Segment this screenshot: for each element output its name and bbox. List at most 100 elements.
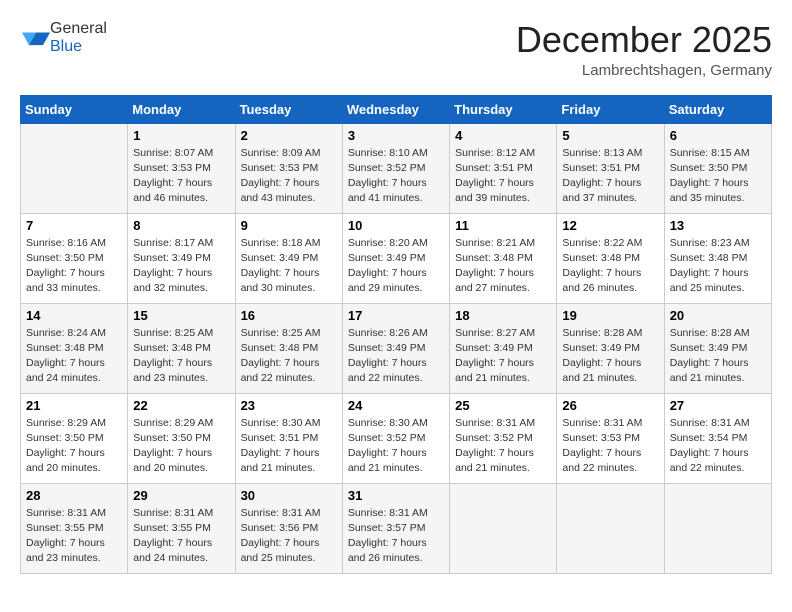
calendar-cell: 16 Sunrise: 8:25 AMSunset: 3:48 PMDayligh… <box>235 303 342 393</box>
calendar-cell: 13 Sunrise: 8:23 AMSunset: 3:48 PMDayligh… <box>664 213 771 303</box>
calendar-cell: 1 Sunrise: 8:07 AMSunset: 3:53 PMDaylight… <box>128 123 235 213</box>
calendar-cell <box>664 483 771 573</box>
day-number: 10 <box>348 218 444 233</box>
day-info: Sunrise: 8:12 AMSunset: 3:51 PMDaylight:… <box>455 146 551 207</box>
title-block: December 2025 Lambrechtshagen, Germany <box>516 20 772 79</box>
header-row: SundayMondayTuesdayWednesdayThursdayFrid… <box>21 95 772 123</box>
calendar-cell: 23Sunrise: 8:30 AMSunset: 3:51 PMDayligh… <box>235 393 342 483</box>
calendar-cell: 18 Sunrise: 8:27 AMSunset: 3:49 PMDayligh… <box>450 303 557 393</box>
calendar-cell: 10 Sunrise: 8:20 AMSunset: 3:49 PMDayligh… <box>342 213 449 303</box>
day-info: Sunrise: 8:25 AMSunset: 3:48 PMDaylight:… <box>241 326 337 387</box>
day-info: Sunrise: 8:29 AMSunset: 3:50 PMDaylight:… <box>26 416 122 477</box>
day-number: 12 <box>562 218 658 233</box>
day-number: 21 <box>26 398 122 413</box>
calendar-cell: 25 Sunrise: 8:31 AMSunset: 3:52 PMDayligh… <box>450 393 557 483</box>
calendar-cell: 11 Sunrise: 8:21 AMSunset: 3:48 PMDayligh… <box>450 213 557 303</box>
day-info: Sunrise: 8:30 AMSunset: 3:52 PMDaylight:… <box>348 416 444 477</box>
day-number: 2 <box>241 128 337 143</box>
month-title: December 2025 <box>516 20 772 60</box>
day-info: Sunrise: 8:31 AMSunset: 3:56 PMDaylight:… <box>241 506 337 567</box>
day-number: 23 <box>241 398 337 413</box>
calendar-cell: 6Sunrise: 8:15 AMSunset: 3:50 PMDaylight… <box>664 123 771 213</box>
calendar-cell: 22Sunrise: 8:29 AMSunset: 3:50 PMDayligh… <box>128 393 235 483</box>
page-header: General Blue December 2025 Lambrechtshag… <box>20 20 772 79</box>
day-number: 9 <box>241 218 337 233</box>
day-number: 25 <box>455 398 551 413</box>
day-info: Sunrise: 8:27 AMSunset: 3:49 PMDaylight:… <box>455 326 551 387</box>
day-number: 14 <box>26 308 122 323</box>
calendar-header: SundayMondayTuesdayWednesdayThursdayFrid… <box>21 95 772 123</box>
day-number: 6 <box>670 128 766 143</box>
day-info: Sunrise: 8:16 AMSunset: 3:50 PMDaylight:… <box>26 236 122 297</box>
day-info: Sunrise: 8:07 AMSunset: 3:53 PMDaylight:… <box>133 146 229 207</box>
day-number: 20 <box>670 308 766 323</box>
day-number: 19 <box>562 308 658 323</box>
calendar-cell: 27Sunrise: 8:31 AMSunset: 3:54 PMDayligh… <box>664 393 771 483</box>
calendar-cell: 4Sunrise: 8:12 AMSunset: 3:51 PMDaylight… <box>450 123 557 213</box>
day-info: Sunrise: 8:24 AMSunset: 3:48 PMDaylight:… <box>26 326 122 387</box>
logo-icon <box>22 22 50 50</box>
calendar-cell: 28 Sunrise: 8:31 AMSunset: 3:55 PMDayligh… <box>21 483 128 573</box>
day-number: 24 <box>348 398 444 413</box>
day-number: 17 <box>348 308 444 323</box>
calendar-cell: 12Sunrise: 8:22 AMSunset: 3:48 PMDayligh… <box>557 213 664 303</box>
calendar-cell: 7Sunrise: 8:16 AMSunset: 3:50 PMDaylight… <box>21 213 128 303</box>
calendar-cell: 15 Sunrise: 8:25 AMSunset: 3:48 PMDayligh… <box>128 303 235 393</box>
calendar-cell: 21 Sunrise: 8:29 AMSunset: 3:50 PMDayligh… <box>21 393 128 483</box>
calendar-cell: 19 Sunrise: 8:28 AMSunset: 3:49 PMDayligh… <box>557 303 664 393</box>
day-info: Sunrise: 8:20 AMSunset: 3:49 PMDaylight:… <box>348 236 444 297</box>
calendar-cell: 26Sunrise: 8:31 AMSunset: 3:53 PMDayligh… <box>557 393 664 483</box>
day-info: Sunrise: 8:21 AMSunset: 3:48 PMDaylight:… <box>455 236 551 297</box>
day-info: Sunrise: 8:23 AMSunset: 3:48 PMDaylight:… <box>670 236 766 297</box>
day-info: Sunrise: 8:31 AMSunset: 3:55 PMDaylight:… <box>26 506 122 567</box>
day-number: 1 <box>133 128 229 143</box>
day-number: 8 <box>133 218 229 233</box>
day-number: 18 <box>455 308 551 323</box>
day-number: 13 <box>670 218 766 233</box>
calendar-cell: 17 Sunrise: 8:26 AMSunset: 3:49 PMDayligh… <box>342 303 449 393</box>
day-info: Sunrise: 8:09 AMSunset: 3:53 PMDaylight:… <box>241 146 337 207</box>
header-day-tuesday: Tuesday <box>235 95 342 123</box>
calendar-cell: 14 Sunrise: 8:24 AMSunset: 3:48 PMDayligh… <box>21 303 128 393</box>
day-info: Sunrise: 8:17 AMSunset: 3:49 PMDaylight:… <box>133 236 229 297</box>
day-number: 11 <box>455 218 551 233</box>
week-row-1: 1 Sunrise: 8:07 AMSunset: 3:53 PMDaylight… <box>21 123 772 213</box>
calendar-cell: 30Sunrise: 8:31 AMSunset: 3:56 PMDayligh… <box>235 483 342 573</box>
logo: General Blue <box>20 20 107 56</box>
header-day-saturday: Saturday <box>664 95 771 123</box>
day-info: Sunrise: 8:18 AMSunset: 3:49 PMDaylight:… <box>241 236 337 297</box>
day-number: 15 <box>133 308 229 323</box>
location: Lambrechtshagen, Germany <box>516 62 772 79</box>
day-info: Sunrise: 8:31 AMSunset: 3:52 PMDaylight:… <box>455 416 551 477</box>
logo-text: General Blue <box>50 20 107 56</box>
day-number: 16 <box>241 308 337 323</box>
day-info: Sunrise: 8:26 AMSunset: 3:49 PMDaylight:… <box>348 326 444 387</box>
calendar-cell: 8 Sunrise: 8:17 AMSunset: 3:49 PMDaylight… <box>128 213 235 303</box>
calendar-cell: 24 Sunrise: 8:30 AMSunset: 3:52 PMDayligh… <box>342 393 449 483</box>
day-info: Sunrise: 8:31 AMSunset: 3:57 PMDaylight:… <box>348 506 444 567</box>
header-day-monday: Monday <box>128 95 235 123</box>
day-info: Sunrise: 8:28 AMSunset: 3:49 PMDaylight:… <box>562 326 658 387</box>
calendar-body: 1 Sunrise: 8:07 AMSunset: 3:53 PMDaylight… <box>21 123 772 573</box>
day-info: Sunrise: 8:28 AMSunset: 3:49 PMDaylight:… <box>670 326 766 387</box>
header-day-friday: Friday <box>557 95 664 123</box>
day-number: 27 <box>670 398 766 413</box>
week-row-5: 28 Sunrise: 8:31 AMSunset: 3:55 PMDayligh… <box>21 483 772 573</box>
week-row-4: 21 Sunrise: 8:29 AMSunset: 3:50 PMDayligh… <box>21 393 772 483</box>
calendar-cell: 9 Sunrise: 8:18 AMSunset: 3:49 PMDaylight… <box>235 213 342 303</box>
calendar-cell <box>557 483 664 573</box>
header-day-sunday: Sunday <box>21 95 128 123</box>
calendar-cell: 3Sunrise: 8:10 AMSunset: 3:52 PMDaylight… <box>342 123 449 213</box>
calendar-cell: 20 Sunrise: 8:28 AMSunset: 3:49 PMDayligh… <box>664 303 771 393</box>
day-info: Sunrise: 8:25 AMSunset: 3:48 PMDaylight:… <box>133 326 229 387</box>
day-number: 3 <box>348 128 444 143</box>
day-number: 31 <box>348 488 444 503</box>
calendar-cell: 29Sunrise: 8:31 AMSunset: 3:55 PMDayligh… <box>128 483 235 573</box>
header-day-wednesday: Wednesday <box>342 95 449 123</box>
week-row-3: 14 Sunrise: 8:24 AMSunset: 3:48 PMDayligh… <box>21 303 772 393</box>
day-number: 28 <box>26 488 122 503</box>
day-number: 26 <box>562 398 658 413</box>
calendar-cell <box>21 123 128 213</box>
day-number: 29 <box>133 488 229 503</box>
week-row-2: 7Sunrise: 8:16 AMSunset: 3:50 PMDaylight… <box>21 213 772 303</box>
